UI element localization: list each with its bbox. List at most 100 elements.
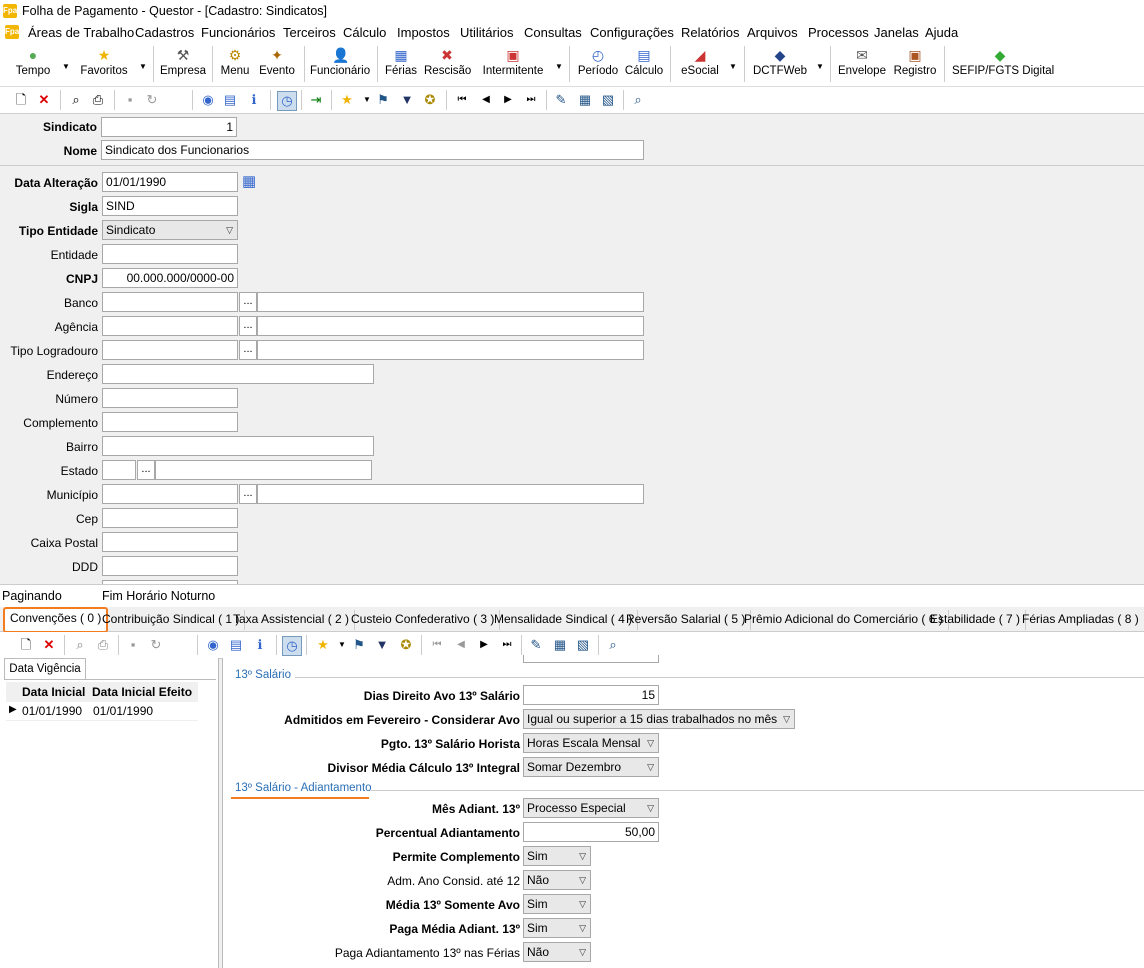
flag-icon[interactable]: ⚑: [350, 636, 368, 654]
next-record-icon[interactable]: ▶: [475, 636, 493, 654]
favoritos-dropdown-icon[interactable]: ▼: [139, 62, 147, 71]
edit-icon[interactable]: ✎: [527, 636, 545, 654]
timer-icon[interactable]: ◷: [282, 636, 302, 656]
tab-premio-adicional[interactable]: Prêmio Adicional do Comerciário ( 6 ): [739, 610, 949, 630]
tipo-logradouro-code-field[interactable]: [102, 340, 238, 360]
menu-arquivos[interactable]: Arquivos: [747, 25, 798, 40]
banco-name-field[interactable]: [257, 292, 644, 312]
caixa-postal-field[interactable]: [102, 532, 238, 552]
intermitente-button[interactable]: ▣ Intermitente: [481, 44, 545, 84]
dias-direito-field[interactable]: 15: [523, 685, 659, 705]
save-icon[interactable]: ▪: [124, 636, 142, 654]
funcionario-button[interactable]: 👤 Funcionário: [310, 44, 370, 84]
first-record-icon[interactable]: ⏮: [428, 636, 446, 654]
tipo-entidade-select[interactable]: Sindicato ▽: [102, 220, 238, 240]
tab-data-vigencia[interactable]: Data Vigência: [4, 658, 86, 679]
estado-name-field[interactable]: [155, 460, 372, 480]
menu-relatorios[interactable]: Relatórios: [681, 25, 740, 40]
registro-button[interactable]: ▣ Registro: [892, 44, 938, 84]
cep-field[interactable]: [102, 508, 238, 528]
col-data-inicial-efeito[interactable]: Data Inicial Efeito: [92, 685, 192, 699]
tempo-dropdown-icon[interactable]: ▼: [62, 62, 70, 71]
save-icon[interactable]: ▪: [121, 91, 139, 109]
numero-field[interactable]: [102, 388, 238, 408]
favoritos-button[interactable]: ★ Favoritos: [78, 44, 130, 84]
scrolled-field-partial[interactable]: [523, 655, 659, 663]
percentual-adiant-field[interactable]: 50,00: [523, 822, 659, 842]
tab-mensalidade-sindical[interactable]: Mensalidade Sindical ( 4 ): [489, 610, 639, 630]
col-data-inicial[interactable]: Data Inicial: [22, 685, 85, 699]
paga-ferias-select[interactable]: Não ▽: [523, 942, 591, 962]
agencia-code-field[interactable]: [102, 316, 238, 336]
grid-icon[interactable]: ▤: [227, 636, 245, 654]
tab-estabilidade[interactable]: Estabilidade ( 7 ): [925, 610, 1027, 630]
agencia-name-field[interactable]: [257, 316, 644, 336]
estado-code-field[interactable]: [102, 460, 136, 480]
menu-impostos[interactable]: Impostos: [397, 25, 450, 40]
menu-consultas[interactable]: Consultas: [524, 25, 582, 40]
media-somente-avo-select[interactable]: Sim ▽: [523, 894, 591, 914]
entidade-field[interactable]: [102, 244, 238, 264]
tab-custeio-confederativo[interactable]: Custeio Confederativo ( 3 ): [346, 610, 501, 630]
web-icon[interactable]: ◉: [199, 91, 217, 109]
empresa-button[interactable]: ⚒ Empresa: [160, 44, 206, 84]
banco-code-field[interactable]: [102, 292, 238, 312]
refresh-icon[interactable]: ↻: [147, 636, 165, 654]
menu-utilitarios[interactable]: Utilitários: [460, 25, 513, 40]
adm-ano-select[interactable]: Não ▽: [523, 870, 591, 890]
menu-configuracoes[interactable]: Configurações: [590, 25, 674, 40]
intermitente-dropdown-icon[interactable]: ▼: [555, 62, 563, 71]
calendar-icon[interactable]: ▦: [242, 172, 256, 190]
timer-icon[interactable]: ◷: [277, 91, 297, 111]
web-icon[interactable]: ◉: [204, 636, 222, 654]
mdi-app-icon[interactable]: Fpa: [5, 25, 19, 39]
menu-terceiros[interactable]: Terceiros: [283, 25, 336, 40]
evento-button[interactable]: ✦ Evento: [256, 44, 298, 84]
admitidos-fevereiro-select[interactable]: Igual ou superior a 15 dias trabalhados …: [523, 709, 795, 729]
exit-icon[interactable]: ⇥: [307, 91, 325, 109]
favorite-star-icon[interactable]: ★: [338, 91, 356, 109]
cnpj-field[interactable]: 00.000.000/0000-00: [102, 268, 238, 288]
sigla-field[interactable]: SIND: [102, 196, 238, 216]
nome-field[interactable]: Sindicato dos Funcionarios: [101, 140, 644, 160]
new-record-icon[interactable]: 🗋: [17, 636, 35, 654]
binoculars-icon[interactable]: ⌕: [67, 91, 85, 109]
zoom-icon[interactable]: ⌕: [604, 636, 622, 654]
last-record-icon[interactable]: ⏭: [498, 636, 516, 654]
banco-lookup-button[interactable]: ...: [239, 292, 257, 312]
dctfweb-dropdown-icon[interactable]: ▼: [816, 62, 824, 71]
paga-media-select[interactable]: Sim ▽: [523, 918, 591, 938]
filter-icon[interactable]: ▼: [398, 91, 416, 109]
tempo-button[interactable]: ● Tempo: [12, 44, 54, 84]
endereco-field[interactable]: [102, 364, 374, 384]
settings-icon[interactable]: ✪: [397, 636, 415, 654]
settings-icon[interactable]: ✪: [421, 91, 439, 109]
menu-areas-de-trabalho[interactable]: Áreas de Trabalho: [28, 25, 134, 40]
menu-ajuda[interactable]: Ajuda: [925, 25, 958, 40]
ferias-button[interactable]: ▦ Férias: [383, 44, 419, 84]
menu-processos[interactable]: Processos: [808, 25, 869, 40]
delete-icon[interactable]: ✕: [35, 91, 53, 109]
table-row[interactable]: ▶ 01/01/1990 01/01/1990: [6, 702, 198, 721]
esocial-button[interactable]: ◢ eSocial: [680, 44, 720, 84]
export-icon[interactable]: ▧: [574, 636, 592, 654]
export-icon[interactable]: ▧: [599, 91, 617, 109]
delete-icon[interactable]: ✕: [40, 636, 58, 654]
bairro-field[interactable]: [102, 436, 374, 456]
info-icon[interactable]: ℹ: [251, 636, 269, 654]
permite-complemento-select[interactable]: Sim ▽: [523, 846, 591, 866]
agencia-lookup-button[interactable]: ...: [239, 316, 257, 336]
pgto-horista-select[interactable]: Horas Escala Mensal ▽: [523, 733, 659, 753]
tab-contribuicao-sindical[interactable]: Contribuição Sindical ( 1 ): [97, 610, 246, 630]
data-alteracao-field[interactable]: 01/01/1990: [102, 172, 238, 192]
print-icon[interactable]: ⎙: [89, 91, 107, 109]
last-record-icon[interactable]: ⏭: [522, 91, 540, 109]
report-icon[interactable]: ▦: [576, 91, 594, 109]
mes-adiant-select[interactable]: Processo Especial ▽: [523, 798, 659, 818]
edit-icon[interactable]: ✎: [552, 91, 570, 109]
dctfweb-button[interactable]: ◆ DCTFWeb: [752, 44, 808, 84]
tipo-logradouro-name-field[interactable]: [257, 340, 644, 360]
binoculars-icon[interactable]: ⌕: [71, 636, 89, 654]
complemento-field[interactable]: [102, 412, 238, 432]
tab-reversao-salarial[interactable]: Reversão Salarial ( 5 ): [621, 610, 752, 630]
